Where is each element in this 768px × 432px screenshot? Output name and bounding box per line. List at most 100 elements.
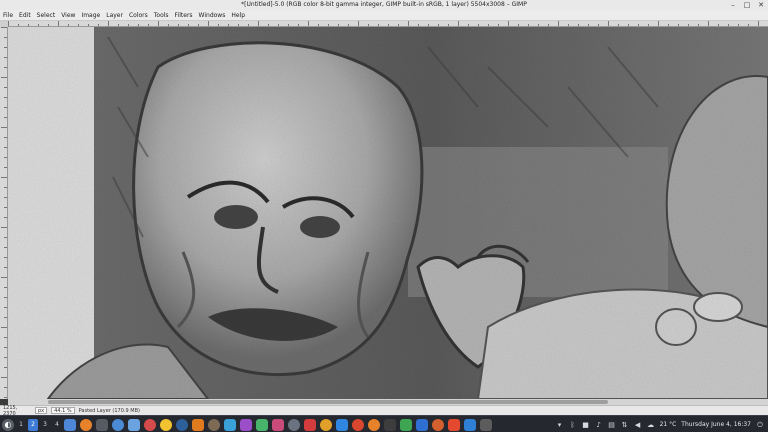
menu-layer[interactable]: Layer bbox=[106, 10, 123, 21]
krita-icon[interactable] bbox=[240, 418, 252, 431]
minimize-icon[interactable]: – bbox=[729, 1, 737, 9]
photos-icon[interactable] bbox=[320, 418, 332, 431]
clock[interactable]: Thursday June 4, 16:37 bbox=[681, 418, 751, 431]
menu-view[interactable]: View bbox=[61, 10, 75, 21]
vscode-icon[interactable] bbox=[464, 418, 476, 431]
writer-icon[interactable] bbox=[416, 418, 428, 431]
notification-icon[interactable]: ▾ bbox=[556, 421, 564, 429]
window-title: *[Untitled]-5.0 (RGB color 8-bit gamma i… bbox=[241, 1, 527, 8]
video-icon[interactable] bbox=[304, 418, 316, 431]
files-icon[interactable] bbox=[128, 418, 140, 431]
close-icon[interactable]: ✕ bbox=[757, 1, 765, 9]
workspace-4[interactable]: 4 bbox=[52, 419, 62, 431]
ruler-tick bbox=[78, 24, 79, 26]
ruler-tick bbox=[1, 277, 7, 278]
image-viewer-icon[interactable] bbox=[256, 418, 268, 431]
ruler-tick bbox=[4, 247, 7, 248]
ruler-tick bbox=[648, 24, 649, 26]
ruler-tick bbox=[4, 197, 7, 198]
ruler-tick bbox=[748, 24, 749, 26]
vlc-icon[interactable] bbox=[192, 418, 204, 431]
menu-colors[interactable]: Colors bbox=[129, 10, 148, 21]
weather-icon[interactable]: ☁ bbox=[647, 421, 655, 429]
calc-icon[interactable] bbox=[400, 418, 412, 431]
ruler-tick bbox=[328, 24, 329, 26]
firefox-icon[interactable] bbox=[80, 418, 92, 431]
ruler-tick bbox=[1, 27, 7, 28]
music-icon[interactable] bbox=[352, 418, 364, 431]
bluetooth-icon[interactable]: ᛒ bbox=[569, 421, 577, 429]
ruler-tick bbox=[4, 267, 7, 268]
system-tray: ▾ ᛒ ■ ♪ ▤ ⇅ ◀ ☁ 21 °C Thursday June 4, 1… bbox=[556, 418, 764, 431]
music-note-icon[interactable]: ♪ bbox=[595, 421, 603, 429]
ruler-tick bbox=[28, 24, 29, 26]
clipboard-icon[interactable]: ▤ bbox=[608, 421, 616, 429]
menu-file[interactable]: File bbox=[3, 10, 13, 21]
menu-image[interactable]: Image bbox=[81, 10, 100, 21]
ruler-tick bbox=[4, 257, 7, 258]
ruler-tick bbox=[4, 87, 7, 88]
workspace-3[interactable]: 3 bbox=[40, 419, 50, 431]
terminal-icon[interactable] bbox=[96, 418, 108, 431]
ruler-tick bbox=[378, 24, 379, 26]
menu-windows[interactable]: Windows bbox=[199, 10, 226, 21]
app-launcher-icon[interactable]: ◐ bbox=[2, 418, 14, 431]
scrollbar-thumb[interactable] bbox=[48, 400, 608, 404]
ruler-tick bbox=[548, 24, 549, 26]
inkscape-icon[interactable] bbox=[384, 418, 396, 431]
maximize-icon[interactable]: □ bbox=[743, 1, 751, 9]
workspace-1[interactable]: 1 bbox=[16, 419, 26, 431]
ruler-tick bbox=[4, 237, 7, 238]
chat-icon[interactable] bbox=[432, 418, 444, 431]
power-icon[interactable]: ⏻ bbox=[756, 421, 764, 429]
ruler-tick bbox=[258, 21, 259, 26]
workspace-2[interactable]: 2 bbox=[28, 418, 38, 431]
xmind-icon[interactable] bbox=[448, 418, 460, 431]
network-icon[interactable]: ⇅ bbox=[621, 421, 629, 429]
editor-icon[interactable] bbox=[224, 418, 236, 431]
zoom-select[interactable]: 44.1 % bbox=[51, 407, 75, 414]
image-canvas[interactable] bbox=[8, 27, 768, 399]
unit-select[interactable]: px bbox=[35, 407, 48, 414]
ruler-tick bbox=[4, 107, 7, 108]
menu-edit[interactable]: Edit bbox=[19, 10, 31, 21]
blender-icon[interactable] bbox=[368, 418, 380, 431]
ruler-tick bbox=[38, 24, 39, 26]
chrome-icon[interactable] bbox=[112, 418, 124, 431]
weather-temperature[interactable]: 21 °C bbox=[660, 418, 677, 431]
steam-icon[interactable] bbox=[176, 418, 188, 431]
vertical-ruler[interactable] bbox=[0, 27, 8, 399]
ruler-tick bbox=[598, 24, 599, 26]
dropbox-icon[interactable] bbox=[336, 418, 348, 431]
gimp-icon[interactable] bbox=[208, 418, 220, 431]
ruler-tick bbox=[168, 24, 169, 26]
mail-icon[interactable] bbox=[144, 418, 156, 431]
menu-filters[interactable]: Filters bbox=[175, 10, 193, 21]
pencil-drawing-image bbox=[8, 27, 768, 399]
menu-tools[interactable]: Tools bbox=[154, 10, 169, 21]
ruler-tick bbox=[688, 24, 689, 26]
title-bar[interactable]: *[Untitled]-5.0 (RGB color 8-bit gamma i… bbox=[0, 0, 768, 10]
ruler-tick bbox=[158, 21, 159, 26]
ruler-tick bbox=[388, 24, 389, 26]
settings-icon[interactable] bbox=[288, 418, 300, 431]
ruler-tick bbox=[418, 24, 419, 26]
folder-icon[interactable] bbox=[64, 418, 76, 431]
notes-icon[interactable] bbox=[160, 418, 172, 431]
ruler-tick bbox=[4, 47, 7, 48]
nvidia-icon[interactable]: ■ bbox=[582, 421, 590, 429]
ruler-tick bbox=[1, 77, 7, 78]
volume-icon[interactable]: ◀ bbox=[634, 421, 642, 429]
ruler-tick bbox=[438, 24, 439, 26]
calendar-icon[interactable] bbox=[272, 418, 284, 431]
menu-help[interactable]: Help bbox=[231, 10, 245, 21]
taskbar-apps bbox=[64, 418, 492, 431]
ruler-tick bbox=[4, 347, 7, 348]
menu-select[interactable]: Select bbox=[37, 10, 56, 21]
ruler-tick bbox=[368, 24, 369, 26]
ruler-tick bbox=[638, 24, 639, 26]
ruler-tick bbox=[578, 24, 579, 26]
taskbar: ◐ 1 2 3 4 ▾ ᛒ ■ ♪ ▤ ⇅ ◀ ☁ 21 °C Thursday… bbox=[0, 415, 768, 432]
gimp-window-icon[interactable] bbox=[480, 418, 492, 431]
ruler-tick bbox=[758, 21, 759, 26]
